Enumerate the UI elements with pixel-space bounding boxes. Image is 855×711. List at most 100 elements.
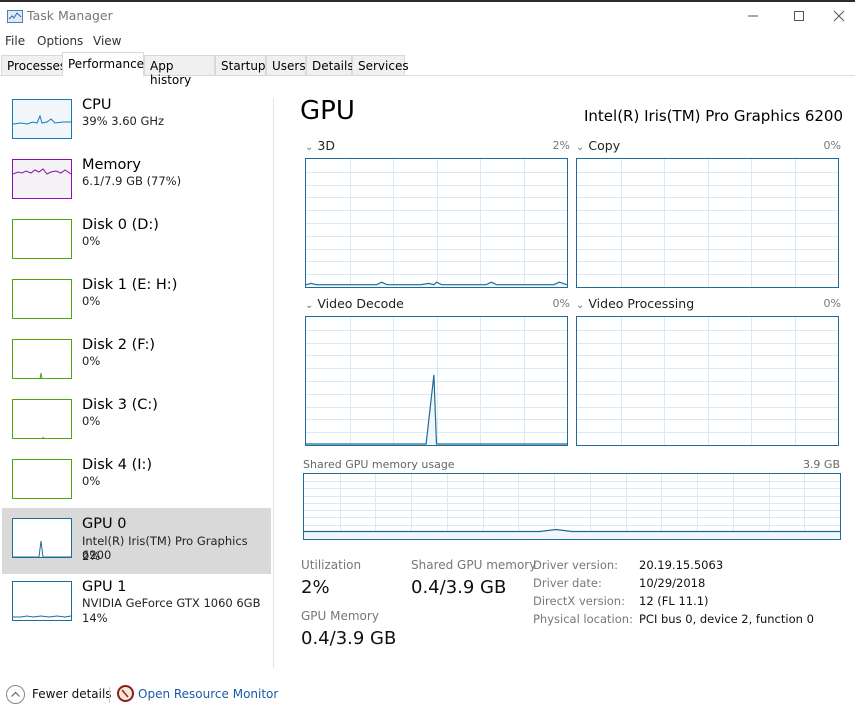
sidebar-item-name: Memory — [82, 157, 141, 173]
directx-version-value: 12 (FL 11.1) — [639, 594, 709, 608]
engine-label: Video Decode — [317, 296, 404, 311]
engine-video-decode-selector[interactable]: ⌄ Video Decode — [305, 296, 404, 311]
tab-users[interactable]: Users — [266, 55, 306, 76]
engine-3d-graph — [305, 158, 568, 288]
sidebar-item-disk-3-c[interactable]: Disk 3 (C:) 0% — [2, 392, 271, 458]
engine-label: Video Processing — [588, 296, 695, 311]
engine-copy-selector[interactable]: ⌄ Copy — [576, 138, 620, 153]
shared-memory-graph — [303, 473, 841, 540]
sidebar-item-name: GPU 0 — [82, 516, 127, 532]
engine-video-processing-selector[interactable]: ⌄ Video Processing — [576, 296, 694, 311]
driver-date-value: 10/29/2018 — [639, 576, 706, 590]
sidebar-item-name: Disk 0 (D:) — [82, 217, 159, 233]
sidebar-item-name: GPU 1 — [82, 579, 127, 595]
utilization-label: Utilization — [301, 558, 362, 572]
sidebar-item-name: Disk 3 (C:) — [82, 397, 158, 413]
maximize-button[interactable] — [776, 2, 822, 30]
tab-startup[interactable]: Startup — [215, 55, 266, 76]
sidebar-thumbnail-graph — [12, 581, 72, 621]
sidebar-item-detail: 0% — [82, 474, 101, 488]
engine-video-processing-percent: 0% — [823, 297, 841, 310]
sidebar-thumbnail-graph — [12, 279, 72, 319]
menu-file[interactable]: File — [5, 34, 25, 48]
sidebar-item-disk-0-d[interactable]: Disk 0 (D:) 0% — [2, 212, 271, 278]
chevron-down-icon: ⌄ — [305, 142, 314, 153]
device-name: Intel(R) Iris(TM) Pro Graphics 6200 — [584, 107, 843, 125]
chevron-down-icon: ⌄ — [576, 300, 585, 311]
driver-date-label: Driver date: — [533, 576, 602, 590]
sidebar-item-detail: 0% — [82, 354, 101, 368]
fewer-details-button[interactable]: Fewer details — [32, 687, 112, 701]
sidebar-divider — [273, 98, 274, 668]
usage-line — [304, 528, 840, 533]
menu-options[interactable]: Options — [37, 34, 83, 48]
sidebar-item-gpu-0[interactable]: GPU 0 Intel(R) Iris(TM) Pro Graphics 6200… — [2, 508, 271, 574]
sidebar-item-detail: 0% — [82, 234, 101, 248]
shared-memory-chart-label: Shared GPU memory usage — [303, 458, 455, 471]
engine-label: 3D — [317, 138, 335, 153]
chevron-down-icon: ⌄ — [305, 300, 314, 311]
sidebar-item-name: Disk 1 (E: H:) — [82, 277, 178, 293]
menu-view[interactable]: View — [93, 34, 121, 48]
sidebar-item-disk-2-f[interactable]: Disk 2 (F:) 0% — [2, 332, 271, 398]
menu-bar: File Options View — [0, 30, 855, 52]
minimize-icon — [748, 15, 758, 17]
chevron-down-icon: ⌄ — [576, 142, 585, 153]
sidebar-thumbnail-graph — [12, 339, 72, 380]
resource-monitor-icon — [117, 685, 134, 702]
sidebar-item-name: Disk 4 (I:) — [82, 457, 153, 473]
sidebar-item-detail: 39% 3.60 GHz — [82, 114, 165, 128]
tab-app-history[interactable]: App history — [144, 55, 215, 87]
tab-services[interactable]: Services — [352, 55, 409, 76]
sidebar-thumbnail-graph — [12, 99, 72, 139]
sidebar-item-gpu-1[interactable]: GPU 1 NVIDIA GeForce GTX 1060 6GB 14% — [2, 574, 271, 640]
engine-video-processing-graph — [576, 316, 839, 446]
maximize-icon — [794, 11, 804, 21]
gpu-memory-value: 0.4/3.9 GB — [301, 628, 397, 649]
shared-memory-value: 0.4/3.9 GB — [411, 577, 507, 598]
sidebar-thumbnail-graph — [12, 518, 72, 558]
tab-details[interactable]: Details — [306, 55, 354, 76]
sidebar-item-name: Disk 2 (F:) — [82, 337, 156, 353]
engine-video-decode-percent: 0% — [552, 297, 570, 310]
driver-version-label: Driver version: — [533, 558, 619, 572]
sidebar-item-detail: 0% — [82, 294, 101, 308]
sidebar-item-cpu[interactable]: CPU 39% 3.60 GHz — [2, 92, 271, 158]
engine-3d-selector[interactable]: ⌄ 3D — [305, 138, 335, 153]
minimize-button[interactable] — [730, 2, 776, 30]
sidebar-thumbnail-graph — [12, 159, 72, 199]
physical-location-label: Physical location: — [533, 612, 633, 626]
title-bar[interactable]: Task Manager — [0, 2, 855, 30]
gpu-memory-label: GPU Memory — [301, 609, 379, 623]
engine-label: Copy — [588, 138, 621, 153]
sidebar-item-usage: 2% — [82, 549, 101, 563]
close-icon — [833, 10, 844, 22]
close-button[interactable] — [822, 2, 855, 30]
engine-3d-percent: 2% — [552, 139, 570, 152]
sidebar-item-detail: NVIDIA GeForce GTX 1060 6GB — [82, 596, 261, 610]
engine-copy-graph — [576, 158, 839, 288]
open-resource-monitor-link[interactable]: Open Resource Monitor — [138, 687, 278, 701]
sidebar-item-memory[interactable]: Memory 6.1/7.9 GB (77%) — [2, 152, 271, 218]
footer: Fewer details Open Resource Monitor — [0, 680, 855, 711]
sidebar-item-usage: 14% — [82, 611, 108, 625]
engine-copy-percent: 0% — [823, 139, 841, 152]
sidebar-thumbnail-graph — [12, 459, 72, 499]
shared-memory-chart-max: 3.9 GB — [802, 458, 840, 471]
shared-memory-label: Shared GPU memory — [411, 558, 537, 572]
tab-bar: Processes Performance App history Startu… — [0, 52, 855, 87]
page-title: GPU — [300, 96, 355, 126]
tab-processes[interactable]: Processes — [1, 55, 66, 76]
tab-performance[interactable]: Performance — [62, 52, 144, 77]
physical-location-value: PCI bus 0, device 2, function 0 — [639, 612, 814, 626]
sidebar-item-disk-1-e-h[interactable]: Disk 1 (E: H:) 0% — [2, 272, 271, 338]
sidebar-item-name: CPU — [82, 97, 112, 113]
engine-video-decode-graph — [305, 316, 568, 446]
chevron-up-icon[interactable] — [6, 685, 25, 704]
usage-line — [306, 374, 567, 445]
sidebar-item-detail: Intel(R) Iris(TM) Pro Graphics 6200 — [82, 534, 248, 562]
directx-version-label: DirectX version: — [533, 594, 625, 608]
utilization-value: 2% — [301, 577, 330, 598]
driver-version-value: 20.19.15.5063 — [639, 558, 724, 572]
sidebar-thumbnail-graph — [12, 219, 72, 259]
